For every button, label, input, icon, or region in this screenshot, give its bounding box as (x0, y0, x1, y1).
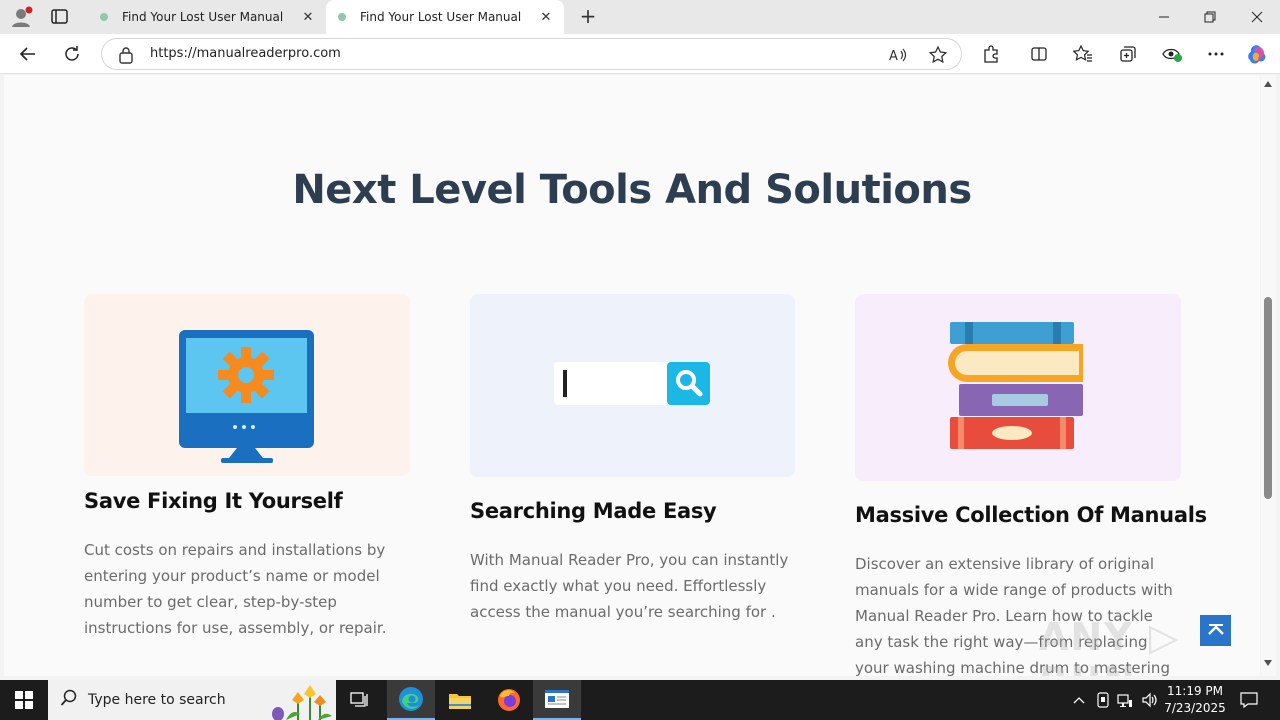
scroll-thumb[interactable] (1264, 297, 1272, 499)
system-clock[interactable]: 11:19 PM 7/23/2025 (1160, 683, 1230, 717)
scroll-down-arrow[interactable] (1264, 660, 1272, 666)
card-image-fixing (84, 294, 410, 476)
firefox-icon[interactable] (485, 680, 533, 720)
favorite-star-icon[interactable] (928, 45, 948, 65)
browser-titlebar: Find Your Lost User Manual ✕ Find Your L… (0, 0, 1280, 34)
search-placeholder: Type here to search (88, 692, 226, 708)
page-scrollbar[interactable] (1261, 75, 1276, 676)
read-aloud-icon[interactable]: A (888, 45, 908, 65)
refresh-button[interactable] (60, 42, 84, 66)
windows-taskbar: Type here to search 11:19 PM 7/23/2025 (0, 680, 1280, 720)
volume-icon[interactable] (1140, 680, 1160, 720)
search-icon (60, 689, 80, 711)
page-viewport: Next Level Tools And Solutions Save Fixi… (4, 75, 1260, 676)
device-icon[interactable] (1093, 680, 1113, 720)
extensions-icon[interactable] (979, 42, 1003, 66)
tab-label: Find Your Lost User Manual (122, 10, 284, 24)
tab-label: Find Your Lost User Manual (360, 10, 522, 24)
tab-close-icon[interactable]: ✕ (538, 9, 554, 25)
windows-logo-icon (15, 691, 33, 709)
split-screen-icon[interactable] (1027, 42, 1051, 66)
start-button[interactable] (0, 680, 48, 720)
card-image-manuals (855, 294, 1181, 481)
tab-active[interactable]: Find Your Lost User Manual ✕ (326, 0, 564, 34)
scroll-up-arrow[interactable] (1264, 81, 1272, 87)
settings-more-icon[interactable] (1204, 42, 1228, 66)
clock-date: 7/23/2025 (1164, 701, 1226, 715)
collections-icon[interactable] (1116, 42, 1140, 66)
card-description: With Manual Reader Pro, you can instantl… (470, 551, 789, 621)
card-title: Save Fixing It Yourself (84, 489, 343, 513)
taskbar-search[interactable]: Type here to search (48, 680, 336, 720)
task-view-icon[interactable] (336, 680, 384, 720)
card-title: Massive Collection Of Manuals (855, 503, 1207, 527)
network-icon[interactable] (1115, 680, 1135, 720)
browser-essentials-icon[interactable] (1160, 42, 1184, 66)
copilot-icon[interactable] (1246, 42, 1270, 66)
tab-inactive[interactable]: Find Your Lost User Manual ✕ (88, 0, 326, 34)
restore-button[interactable] (1187, 0, 1233, 34)
scroll-to-top-button[interactable] (1200, 615, 1231, 646)
edge-browser-icon[interactable] (387, 680, 435, 720)
app-window-icon[interactable] (533, 680, 581, 720)
url-text[interactable]: https://manualreaderpro.com (150, 46, 341, 61)
tab-actions-icon[interactable] (50, 8, 70, 26)
profile-avatar-icon[interactable] (10, 6, 34, 28)
card-description: Cut costs on repairs and installations b… (84, 541, 387, 637)
site-info-icon[interactable] (118, 46, 134, 68)
card-image-searching (470, 294, 795, 477)
computer-gear-icon (179, 330, 314, 463)
arrow-up-icon (1207, 623, 1224, 635)
favorites-icon[interactable] (1071, 42, 1095, 66)
back-button[interactable] (16, 42, 40, 66)
page-headline: Next Level Tools And Solutions (292, 167, 972, 213)
svg-text:A: A (889, 49, 898, 63)
file-explorer-icon[interactable] (436, 680, 484, 720)
card-title: Searching Made Easy (470, 499, 717, 523)
book-stack-icon (948, 322, 1083, 449)
show-hidden-icons-icon[interactable] (1068, 680, 1090, 720)
close-window-button[interactable] (1234, 0, 1280, 34)
clock-time: 11:19 PM (1167, 684, 1223, 698)
notifications-icon[interactable] (1236, 680, 1262, 720)
site-favicon-icon (338, 13, 346, 21)
new-tab-button[interactable]: + (578, 6, 598, 27)
search-highlight-flowers-icon (272, 685, 332, 720)
search-bar-icon (554, 362, 710, 405)
browser-toolbar: https://manualreaderpro.com A (0, 34, 1280, 74)
address-bar[interactable]: https://manualreaderpro.com A (101, 38, 962, 70)
minimize-button[interactable] (1141, 0, 1187, 34)
tab-close-icon[interactable]: ✕ (300, 9, 316, 25)
site-favicon-icon (100, 13, 108, 21)
